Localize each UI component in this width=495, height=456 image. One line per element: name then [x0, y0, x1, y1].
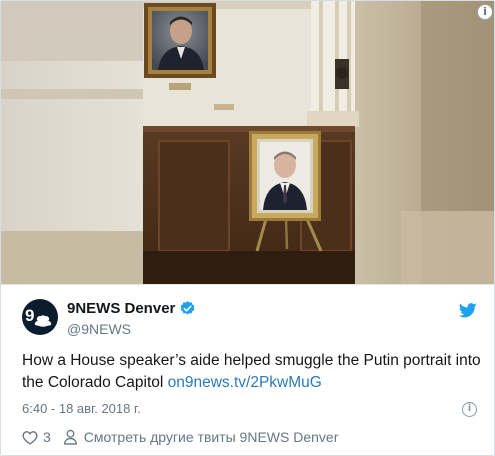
nbc-peacock-icon	[34, 315, 52, 327]
twitter-bird-icon[interactable]	[459, 303, 477, 318]
embedded-tweet-card: i 9 9NEWS Denver @9NEWS How a House spea…	[0, 0, 495, 456]
image-info-icon[interactable]: i	[477, 4, 493, 20]
more-tweets-label: Смотреть другие твиты 9NEWS Denver	[83, 429, 339, 445]
tweet-photo[interactable]: i	[1, 1, 494, 284]
person-icon	[63, 429, 77, 445]
like-count: 3	[43, 429, 51, 445]
tweet-link[interactable]: on9news.tv/2PkwMuG	[168, 374, 322, 391]
more-tweets-link[interactable]: Смотреть другие твиты 9NEWS Denver	[63, 427, 339, 447]
tweet-body: 9 9NEWS Denver @9NEWS How a House speake…	[1, 284, 494, 455]
tweet-timestamp[interactable]: 6:40 - 18 авг. 2018 г.	[22, 400, 141, 418]
tweet-actions: 3 Смотреть другие твиты 9NEWS Denver	[22, 427, 338, 447]
avatar[interactable]: 9	[22, 299, 58, 335]
author-name-link[interactable]: 9NEWS Denver	[67, 299, 196, 318]
like-button[interactable]: 3	[22, 427, 51, 447]
verified-badge-icon	[179, 300, 196, 317]
photo-scene	[1, 1, 494, 284]
tweet-text: How a House speaker’s aide helped smuggl…	[22, 350, 482, 394]
author-name: 9NEWS Denver	[67, 300, 176, 317]
ads-info-icon[interactable]: i	[462, 402, 477, 417]
author-handle[interactable]: @9NEWS	[67, 320, 196, 339]
heart-icon	[22, 430, 38, 445]
tweet-author: 9NEWS Denver @9NEWS	[67, 299, 196, 339]
